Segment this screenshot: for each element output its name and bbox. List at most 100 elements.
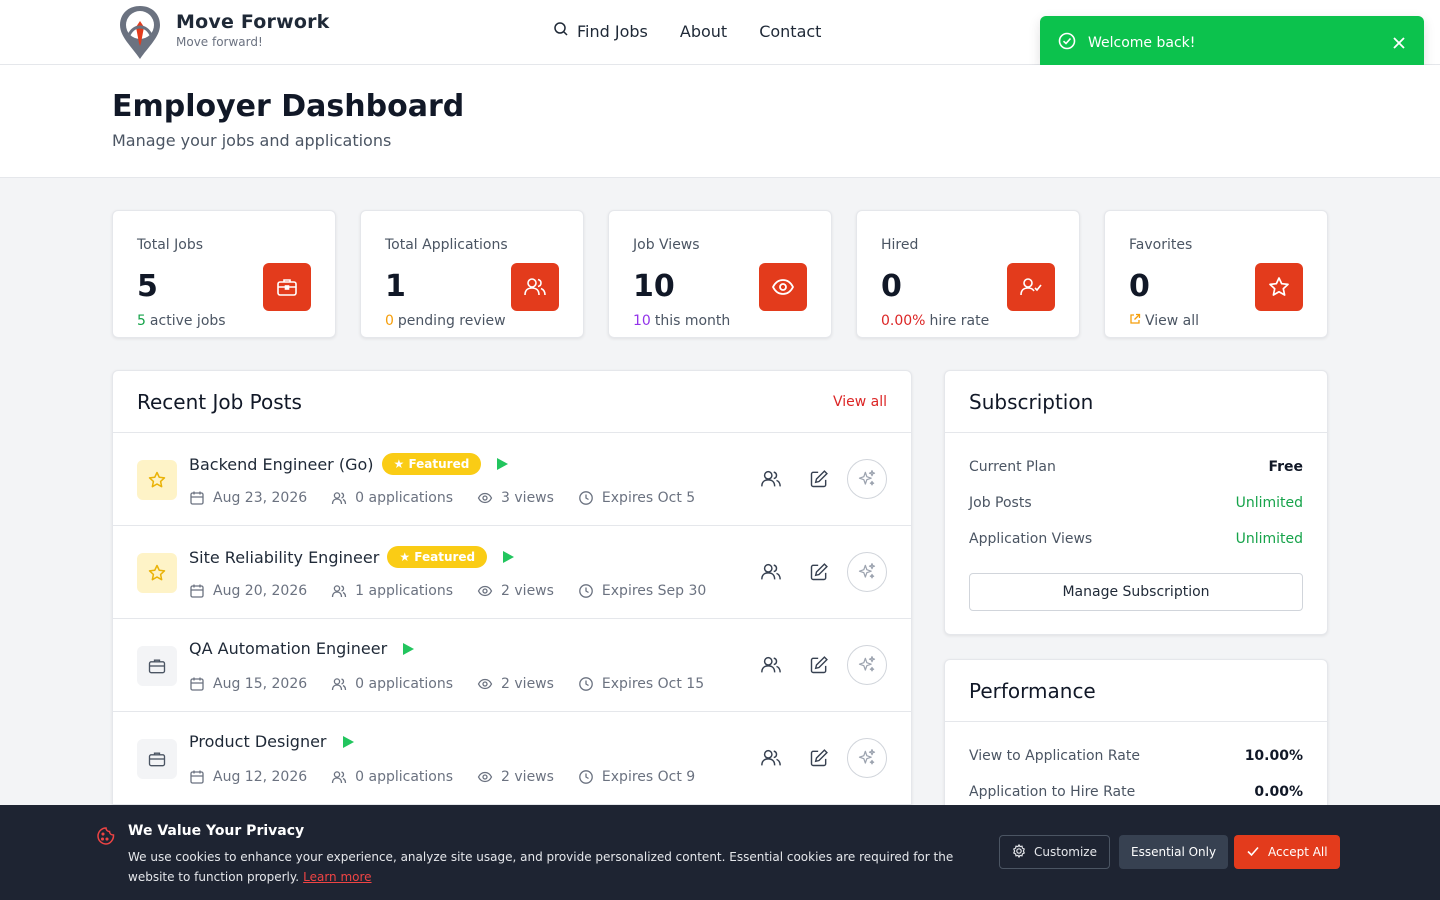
edit-job-icon[interactable]	[799, 459, 839, 499]
check-circle-icon	[1058, 32, 1076, 54]
favorites-view-all-label: View all	[1145, 313, 1200, 329]
job-row[interactable]: QA Automation Engineer Aug 15, 2026 0 ap…	[113, 619, 911, 712]
customize-label: Customize	[1034, 845, 1097, 859]
check-icon	[1246, 844, 1260, 861]
stat-card-favorites: Favorites 0 View all	[1104, 210, 1328, 338]
view-to-application-value: 10.00%	[1244, 748, 1303, 764]
nav-find-jobs[interactable]: Find Jobs	[553, 21, 648, 41]
job-views-count: 2 views	[501, 769, 554, 785]
clock-icon	[578, 583, 594, 599]
nav-contact[interactable]: Contact	[759, 22, 821, 41]
clock-icon	[578, 490, 594, 506]
job-posted-date: Aug 23, 2026	[213, 490, 308, 506]
view-applicants-icon[interactable]	[751, 645, 791, 685]
eye-icon	[759, 263, 807, 311]
essential-only-button[interactable]: Essential Only	[1119, 835, 1229, 869]
briefcase-icon	[137, 646, 177, 686]
job-views-count: 2 views	[501, 583, 554, 599]
page-header: Employer Dashboard Manage your jobs and …	[0, 65, 1440, 178]
ai-sparkle-icon[interactable]	[847, 645, 887, 685]
job-title[interactable]: Site Reliability Engineer	[189, 548, 379, 567]
job-views-count: 3 views	[501, 490, 554, 506]
stat-value: 10	[633, 269, 675, 304]
cookie-title: We Value Your Privacy	[128, 823, 305, 839]
calendar-icon	[189, 769, 205, 785]
ai-sparkle-icon[interactable]	[847, 738, 887, 778]
calendar-icon	[189, 490, 205, 506]
edit-job-icon[interactable]	[799, 645, 839, 685]
job-title[interactable]: Backend Engineer (Go)	[189, 455, 374, 474]
stat-label: Job Views	[633, 237, 700, 253]
play-icon	[501, 550, 515, 564]
users-icon	[511, 263, 559, 311]
job-expires: Expires Oct 9	[601, 769, 696, 785]
recent-jobs-panel: Recent Job Posts View all Backend Engine…	[112, 370, 912, 830]
briefcase-icon	[263, 263, 311, 311]
job-applications-count: 1 applications	[355, 583, 454, 599]
featured-star-icon	[137, 460, 177, 500]
plan-row: Current Plan Free	[945, 449, 1327, 485]
job-list: Backend Engineer (Go) ★ Featured Aug 23,…	[113, 433, 911, 805]
job-title[interactable]: Product Designer	[189, 732, 327, 751]
ai-sparkle-icon[interactable]	[847, 552, 887, 592]
learn-more-link[interactable]: Learn more	[303, 870, 371, 884]
toast-message: Welcome back!	[1088, 35, 1196, 51]
star-icon	[1255, 263, 1303, 311]
edit-job-icon[interactable]	[799, 552, 839, 592]
stat-foot-text: active jobs	[149, 313, 226, 329]
plan-label: Current Plan	[969, 459, 1056, 475]
job-expires: Expires Sep 30	[601, 583, 707, 599]
cookie-banner: We Value Your Privacy We use cookies to …	[0, 805, 1440, 900]
view-to-application-row: View to Application Rate 10.00%	[945, 738, 1327, 774]
featured-badge: ★ Featured	[387, 546, 488, 568]
recent-jobs-title: Recent Job Posts	[137, 389, 302, 414]
view-applicants-icon[interactable]	[751, 459, 791, 499]
job-row[interactable]: Backend Engineer (Go) ★ Featured Aug 23,…	[113, 433, 911, 526]
job-applications-count: 0 applications	[355, 769, 454, 785]
stat-card-job-views: Job Views 10 10 this month	[608, 210, 832, 338]
performance-title: Performance	[969, 678, 1096, 703]
cookie-text: We use cookies to enhance your experienc…	[128, 850, 954, 884]
accept-all-button[interactable]: Accept All	[1234, 835, 1340, 869]
featured-star-icon	[137, 553, 177, 593]
job-views-count: 2 views	[501, 676, 554, 692]
ai-sparkle-icon[interactable]	[847, 459, 887, 499]
eye-icon	[477, 490, 493, 506]
job-posted-date: Aug 15, 2026	[213, 676, 308, 692]
stat-foot-text: hire rate	[929, 313, 990, 329]
view-applicants-icon[interactable]	[751, 738, 791, 778]
close-icon[interactable]	[1392, 36, 1406, 50]
stat-foot-number: 10	[633, 313, 651, 329]
favorites-view-all-link[interactable]: View all	[1129, 313, 1199, 329]
job-applications-count: 0 applications	[355, 676, 454, 692]
job-row[interactable]: Site Reliability Engineer ★ Featured Aug…	[113, 526, 911, 619]
job-posted-date: Aug 20, 2026	[213, 583, 308, 599]
plan-value: Free	[1268, 459, 1303, 475]
view-applicants-icon[interactable]	[751, 552, 791, 592]
job-posts-value: Unlimited	[1235, 495, 1303, 511]
logo-icon[interactable]	[116, 3, 164, 61]
stat-value: 0	[881, 269, 902, 304]
eye-icon	[477, 583, 493, 599]
edit-job-icon[interactable]	[799, 738, 839, 778]
job-title[interactable]: QA Automation Engineer	[189, 639, 387, 658]
stat-label: Total Jobs	[137, 237, 204, 253]
search-icon	[553, 21, 569, 41]
clock-icon	[578, 769, 594, 785]
nav-about[interactable]: About	[680, 22, 727, 41]
recent-jobs-view-all-link[interactable]: View all	[833, 394, 887, 410]
job-row[interactable]: Product Designer Aug 12, 2026 0 applicat…	[113, 712, 911, 805]
users-icon	[331, 583, 347, 599]
application-views-row: Application Views Unlimited	[945, 521, 1327, 557]
brand-name[interactable]: Move Forwork	[176, 11, 330, 33]
users-icon	[331, 676, 347, 692]
application-views-label: Application Views	[969, 531, 1093, 547]
subscription-title: Subscription	[969, 389, 1094, 414]
users-icon	[331, 769, 347, 785]
manage-subscription-button[interactable]: Manage Subscription	[969, 573, 1303, 611]
application-to-hire-value: 0.00%	[1254, 784, 1303, 800]
accept-all-label: Accept All	[1268, 845, 1328, 859]
stat-card-total-applications: Total Applications 1 0 pending review	[360, 210, 584, 338]
stat-label: Hired	[881, 237, 919, 253]
customize-cookies-button[interactable]: Customize	[999, 835, 1110, 869]
